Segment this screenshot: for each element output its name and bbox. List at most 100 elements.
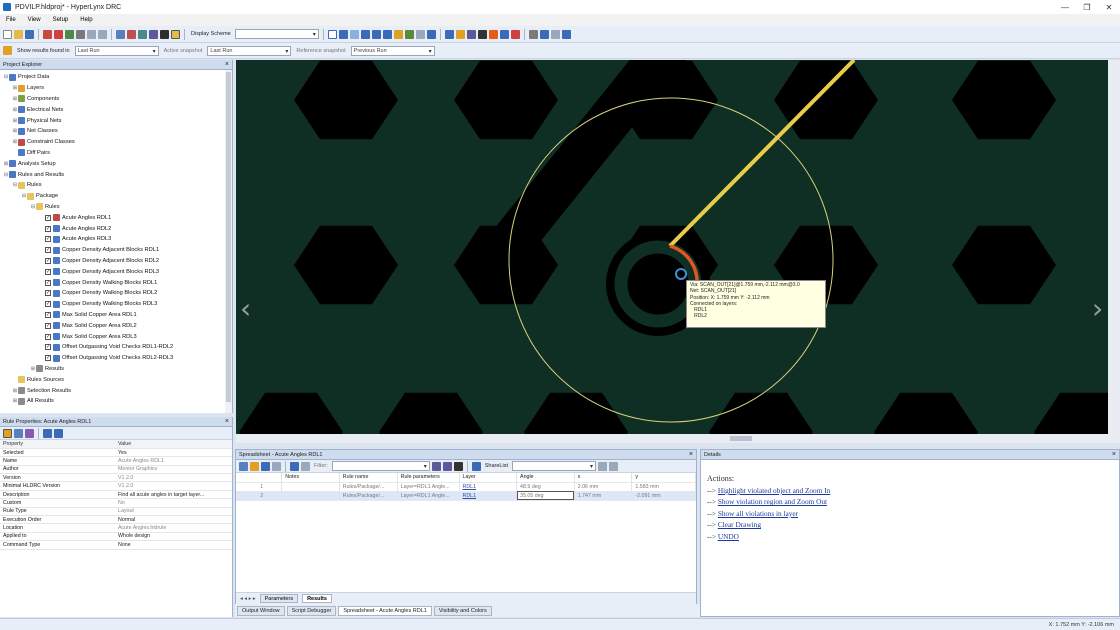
categorized-icon[interactable] bbox=[3, 428, 12, 438]
scrollbar-thumb[interactable] bbox=[730, 436, 752, 441]
export-icon[interactable] bbox=[250, 461, 259, 471]
property-value[interactable]: None bbox=[115, 540, 232, 550]
tab-script-debugger[interactable]: Script Debugger bbox=[286, 605, 337, 616]
tab-visibility-colors[interactable]: Visibility and Colors bbox=[433, 605, 492, 616]
sharelist-add-icon[interactable] bbox=[598, 461, 607, 471]
new-file-icon[interactable] bbox=[3, 29, 12, 39]
clear-icon[interactable] bbox=[510, 29, 520, 39]
property-value[interactable]: No bbox=[115, 498, 232, 508]
tree-item[interactable]: ⊟ Rules bbox=[0, 202, 232, 213]
tree-item[interactable]: ⊟ Rules bbox=[0, 180, 232, 191]
property-value[interactable]: V1.2.0 bbox=[115, 473, 232, 483]
menu-view[interactable]: View bbox=[28, 17, 41, 23]
query-icon[interactable] bbox=[444, 29, 454, 39]
property-column-header[interactable]: Property bbox=[0, 440, 115, 449]
refresh-icon[interactable] bbox=[471, 461, 481, 471]
board-view[interactable] bbox=[236, 60, 1108, 434]
close-icon[interactable]: × bbox=[1112, 451, 1116, 458]
display-icon[interactable] bbox=[160, 29, 169, 39]
show-all-violations-link[interactable]: Show all violations in layer bbox=[718, 509, 798, 518]
tab-results[interactable]: Results bbox=[302, 594, 332, 603]
tree-item[interactable]: ⊞ Net Classes bbox=[0, 126, 232, 137]
canvas-horizontal-scrollbar[interactable] bbox=[236, 434, 1108, 443]
redo-icon[interactable] bbox=[539, 29, 549, 39]
close-icon[interactable]: × bbox=[689, 451, 693, 458]
tree-item[interactable]: Rules Sources bbox=[0, 374, 232, 385]
zoom-box-icon[interactable] bbox=[327, 29, 337, 39]
menu-file[interactable]: File bbox=[6, 17, 16, 23]
tree-item[interactable]: ✓ Max Solid Copper Area RDL3 bbox=[0, 331, 232, 342]
column-header[interactable]: Notes bbox=[281, 473, 340, 483]
forward-arrow-icon[interactable] bbox=[54, 428, 63, 438]
table-row[interactable]: 2 Rules/Package/... Layer=RDL1 Angle... RDL… bbox=[236, 491, 696, 501]
tree-item[interactable]: ✓ Copper Density Adjacent Blocks RDL3 bbox=[0, 266, 232, 277]
tree-item[interactable]: ⊟ Rules and Results bbox=[0, 169, 232, 180]
rule-checkbox[interactable]: ✓ bbox=[45, 279, 51, 286]
component-icon[interactable] bbox=[149, 29, 158, 39]
property-row[interactable]: Execution Order Normal bbox=[0, 515, 232, 525]
settings-icon[interactable] bbox=[550, 29, 560, 39]
zoom-in-icon[interactable] bbox=[360, 29, 370, 39]
property-pages-icon[interactable] bbox=[25, 428, 34, 438]
property-value[interactable]: Whole design bbox=[115, 532, 232, 542]
select-icon[interactable] bbox=[338, 29, 348, 39]
help-icon[interactable] bbox=[561, 29, 571, 39]
tree-item[interactable]: ⊞ Results bbox=[0, 364, 232, 375]
close-icon[interactable]: × bbox=[225, 61, 229, 68]
property-row[interactable]: Version V1.2.0 bbox=[0, 473, 232, 483]
measure-icon[interactable] bbox=[415, 29, 425, 39]
close-icon[interactable]: × bbox=[225, 418, 229, 425]
rule-checkbox[interactable]: ✓ bbox=[45, 322, 51, 329]
results-icon[interactable] bbox=[3, 46, 12, 55]
reference-snapshot-select[interactable]: Previous Run bbox=[350, 45, 435, 56]
filter-clear-icon[interactable] bbox=[442, 461, 452, 471]
share-list-select[interactable] bbox=[512, 461, 596, 471]
zoom-fit-icon[interactable] bbox=[382, 29, 392, 39]
tree-item[interactable]: ⊞ Electrical Nets bbox=[0, 104, 232, 115]
sort-icon[interactable] bbox=[14, 428, 23, 438]
table-row[interactable]: 1 Rules/Package/... Layer=RDL1 Angle... RDL… bbox=[236, 482, 696, 492]
property-value[interactable]: Layout bbox=[115, 507, 232, 517]
filter-input[interactable] bbox=[331, 461, 430, 471]
tree-item[interactable]: ⊞ Analysis Setup bbox=[0, 158, 232, 169]
column-header[interactable]: Angle bbox=[516, 473, 575, 483]
open-folder-icon[interactable] bbox=[14, 29, 23, 39]
ruler-icon[interactable] bbox=[455, 29, 465, 39]
tree-item[interactable]: ⊞ Components bbox=[0, 94, 232, 105]
tree-item[interactable]: ⊟ Package bbox=[0, 191, 232, 202]
tree-item[interactable]: ⊞ Layers bbox=[0, 83, 232, 94]
previous-arrow-icon[interactable]: ‹ bbox=[240, 292, 251, 325]
rule-checkbox[interactable]: ✓ bbox=[45, 214, 51, 221]
run-icon[interactable] bbox=[43, 29, 52, 39]
property-value[interactable]: Normal bbox=[115, 515, 232, 525]
table-cell-layer[interactable]: RDL1 bbox=[459, 482, 518, 492]
column-header[interactable] bbox=[236, 473, 283, 483]
zoom-previous-icon[interactable] bbox=[393, 29, 403, 39]
menu-setup[interactable]: Setup bbox=[53, 17, 69, 23]
display-scheme-select[interactable] bbox=[234, 29, 319, 39]
layout-canvas[interactable]: ‹ › bbox=[236, 60, 1108, 434]
undo-icon[interactable] bbox=[528, 29, 538, 39]
canvas-vertical-scrollbar[interactable] bbox=[1108, 60, 1120, 443]
property-row[interactable]: Applied to Whole design bbox=[0, 532, 232, 542]
close-button[interactable]: ✕ bbox=[1098, 3, 1120, 12]
highlight-icon[interactable] bbox=[171, 29, 180, 39]
explorer-scrollbar[interactable] bbox=[225, 70, 232, 413]
property-value[interactable]: Mentor Graphics bbox=[115, 465, 232, 475]
highlight-zoom-in-link[interactable]: Highlight violated object and Zoom In bbox=[718, 486, 830, 495]
tab-parameters[interactable]: Parameters bbox=[259, 594, 299, 603]
tree-item[interactable]: ✓ Acute Angles RDL3 bbox=[0, 234, 232, 245]
tab-nav-arrows[interactable]: ◂ ◂ ▸ ▸ bbox=[240, 596, 256, 602]
save-icon[interactable] bbox=[25, 29, 34, 39]
table-cell-layer[interactable]: RDL1 bbox=[459, 491, 518, 501]
grid-icon[interactable] bbox=[426, 29, 436, 39]
marker-icon[interactable] bbox=[488, 29, 498, 39]
menu-help[interactable]: Help bbox=[80, 17, 92, 23]
rule-checkbox[interactable]: ✓ bbox=[45, 311, 51, 318]
property-row[interactable]: Description Find all acute angles in targ… bbox=[0, 490, 232, 500]
rule-checkbox[interactable]: ✓ bbox=[45, 268, 51, 275]
property-value[interactable]: Acute Angles RDL1 bbox=[115, 456, 232, 466]
show-region-zoom-out-link[interactable]: Show violation region and Zoom Out bbox=[718, 497, 827, 506]
back-arrow-icon[interactable] bbox=[43, 428, 52, 438]
tree-item[interactable]: ✓ Offset Outgassing Void Checks RDL1-RDL2 bbox=[0, 342, 232, 353]
